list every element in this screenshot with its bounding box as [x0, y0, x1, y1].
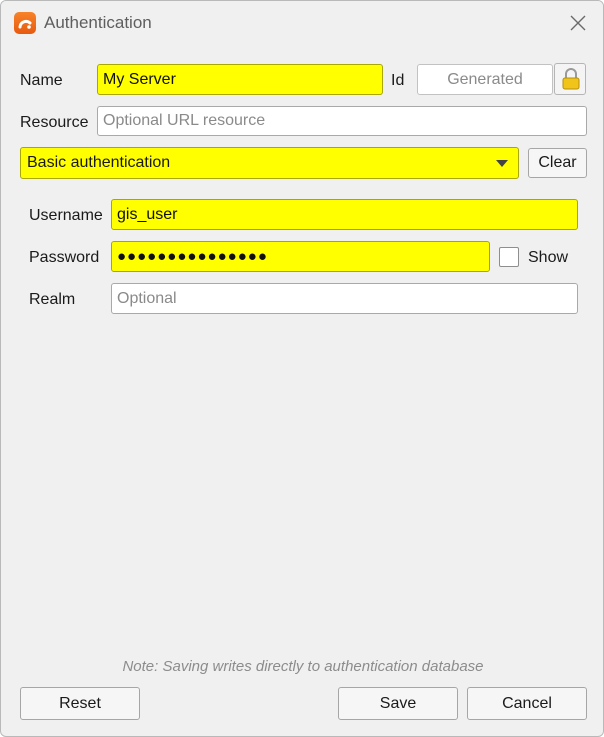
close-icon	[570, 15, 586, 31]
realm-input[interactable]: Optional	[111, 283, 578, 314]
username-label: Username	[29, 207, 103, 224]
title-bar: Authentication	[1, 1, 603, 45]
id-field: Generated	[417, 64, 553, 95]
window-title: Authentication	[44, 13, 152, 32]
lock-icon	[562, 68, 580, 90]
password-label: Password	[29, 249, 100, 266]
authentication-dialog: Authentication Name My Server Id Generat…	[0, 0, 604, 737]
name-input[interactable]: My Server	[97, 64, 383, 95]
resource-label: Resource	[20, 114, 89, 131]
reset-button[interactable]: Reset	[20, 687, 140, 720]
app-icon	[14, 12, 36, 34]
password-input[interactable]: ●●●●●●●●●●●●●●●	[111, 241, 490, 272]
auth-method-value: Basic authentication	[27, 154, 171, 171]
chevron-down-icon	[496, 160, 508, 167]
clear-button[interactable]: Clear	[528, 148, 587, 178]
cancel-button[interactable]: Cancel	[467, 687, 587, 720]
show-label: Show	[528, 249, 569, 266]
save-button[interactable]: Save	[338, 687, 458, 720]
lock-button[interactable]	[554, 63, 586, 95]
realm-label: Realm	[29, 291, 76, 308]
username-input[interactable]: gis_user	[111, 199, 578, 230]
resource-input[interactable]: Optional URL resource	[97, 106, 587, 136]
auth-method-select[interactable]: Basic authentication	[20, 147, 519, 179]
close-button[interactable]	[563, 9, 593, 37]
name-label: Name	[20, 72, 63, 89]
id-label: Id	[391, 72, 405, 89]
show-password-checkbox[interactable]	[499, 247, 519, 267]
save-note: Note: Saving writes directly to authenti…	[122, 658, 484, 675]
